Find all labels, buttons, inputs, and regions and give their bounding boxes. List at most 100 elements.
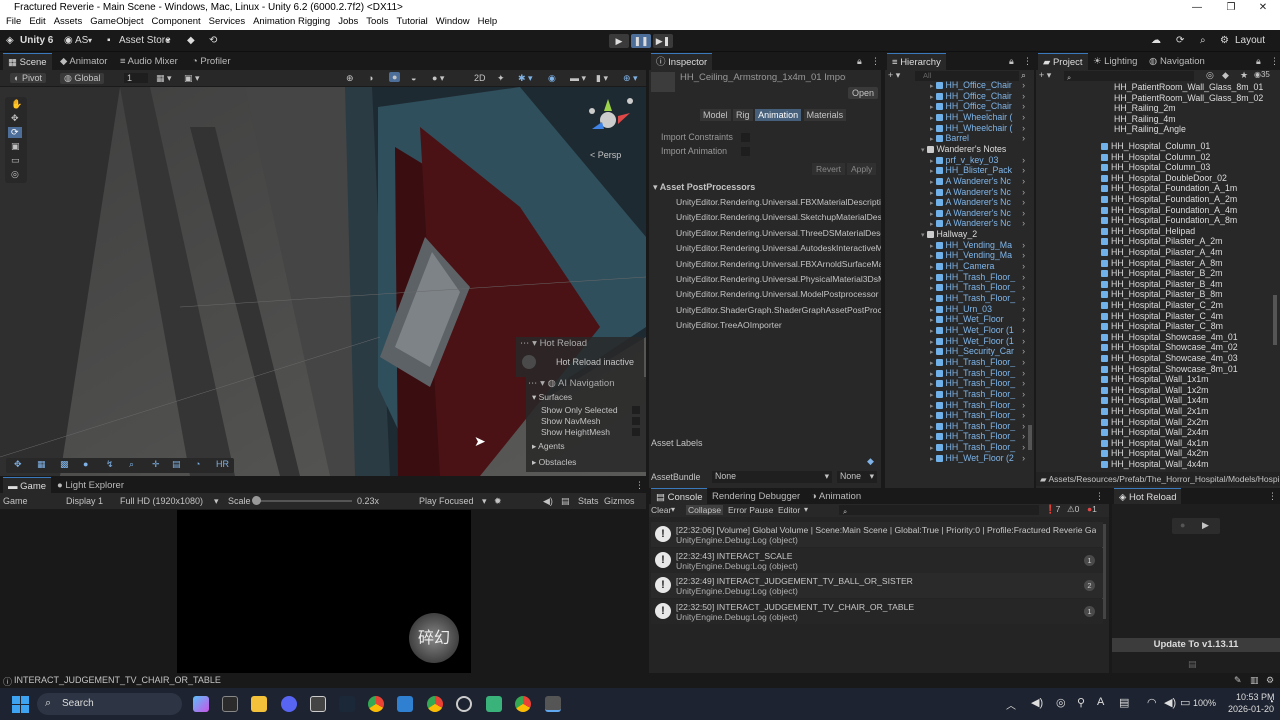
more-options-icon[interactable]: ⋮: [1023, 56, 1032, 67]
more-options-icon[interactable]: ⋮: [635, 480, 644, 491]
path-icon[interactable]: ↯: [106, 459, 114, 470]
project-prefab-item[interactable]: HH_Hospital_Wall_4x1m: [1101, 438, 1273, 449]
project-search-input[interactable]: ⌕: [1064, 71, 1194, 82]
unity-hub-icon[interactable]: [310, 696, 326, 712]
project-prefab-item[interactable]: HH_Hospital_Foundation_A_2m: [1101, 194, 1273, 205]
hierarchy-item[interactable]: ▸ HH_Wet_Floor (1 ›: [930, 325, 1025, 336]
notes-app-icon[interactable]: [486, 696, 502, 712]
project-prefab-item[interactable]: HH_Hospital_Showcase_4m_02: [1101, 342, 1273, 353]
project-prefab-item[interactable]: HH_Hospital_Wall_1x1m: [1101, 374, 1273, 385]
scene-viewport[interactable]: ✋ ✥ ⟳ ▣ ▭ ◎ < Persp ⋯ ▾ Hot Reload Hot R…: [0, 87, 646, 476]
hierarchy-item[interactable]: ▸ HH_Trash_Floor_ ›: [930, 357, 1025, 368]
asset-store-button[interactable]: Asset Store: [119, 34, 171, 48]
play-icon[interactable]: ▶: [1202, 520, 1209, 531]
obstacles-foldout[interactable]: ▸ Obstacles: [532, 457, 576, 468]
mesh-icon[interactable]: ▩: [60, 459, 69, 470]
account-dropdown[interactable]: AS: [75, 34, 88, 48]
editor-dropdown[interactable]: Editor: [778, 505, 800, 515]
more-options-icon[interactable]: ⋮: [1268, 491, 1277, 502]
hierarchy-item[interactable]: ▸ HH_Camera ›: [930, 261, 1025, 272]
lock-icon[interactable]: 🔒︎: [857, 56, 862, 67]
menu-assets[interactable]: Assets: [54, 15, 83, 29]
notification-bell-icon[interactable]: ◔: [1268, 697, 1274, 708]
postprocessors-foldout[interactable]: ▾ Asset PostProcessors: [653, 182, 755, 193]
record-icon[interactable]: ●: [1180, 520, 1185, 530]
tab-hot-reload[interactable]: ◈ Hot Reload: [1114, 488, 1182, 505]
hierarchy-item[interactable]: ▸ HH_Trash_Floor_ ›: [930, 368, 1025, 379]
gizmos-icon[interactable]: ⊕ ▾: [623, 73, 638, 84]
menu-services[interactable]: Services: [209, 15, 245, 29]
tab-scene[interactable]: ▦ Scene: [3, 53, 52, 70]
add-button[interactable]: + ▾: [888, 70, 900, 81]
taskbar-search-box[interactable]: ⌕ Search: [37, 693, 182, 715]
stats-button[interactable]: Stats: [578, 496, 599, 506]
rect-tool-icon[interactable]: ▭: [11, 155, 20, 166]
hierarchy-item[interactable]: ▸ HH_Trash_Floor_ ›: [930, 282, 1025, 293]
hierarchy-item[interactable]: ▸ HH_Trash_Floor_ ›: [930, 442, 1025, 453]
pan-icon[interactable]: ✛: [152, 459, 160, 470]
stack-icon[interactable]: ▤: [172, 459, 181, 470]
menu-file[interactable]: File: [6, 15, 21, 29]
menu-tools[interactable]: Tools: [366, 15, 388, 29]
agents-foldout[interactable]: ▸ Agents: [532, 441, 565, 452]
project-model-item[interactable]: HH_Railing_Angle: [1114, 124, 1274, 135]
menu-edit[interactable]: Edit: [29, 15, 45, 29]
vscode-icon[interactable]: [397, 696, 413, 712]
postprocessor-item[interactable]: ▸UnityEditor.Rendering.Universal.ModelPo…: [676, 287, 881, 302]
gear-icon[interactable]: ⚙: [1220, 34, 1229, 48]
filter-type-icon[interactable]: ◎: [1206, 70, 1214, 81]
tab-project[interactable]: ▰ Project: [1038, 53, 1088, 70]
steam-icon[interactable]: [339, 696, 355, 712]
scale-slider-handle[interactable]: [252, 496, 261, 505]
lock-icon[interactable]: 🔒︎: [1256, 56, 1261, 67]
audio-toggle-icon[interactable]: ✱ ▾: [518, 73, 533, 84]
tab-light-explorer[interactable]: ● Light Explorer: [52, 477, 129, 494]
hierarchy-item[interactable]: ▾ Hallway_2: [921, 229, 1026, 240]
hierarchy-item[interactable]: ▸ HH_Trash_Floor_ ›: [930, 378, 1025, 389]
tab-animation[interactable]: ◑ Animation: [806, 488, 866, 505]
hierarchy-item[interactable]: ▸ HH_Vending_Ma ›: [930, 250, 1025, 261]
game-mode-dropdown[interactable]: Game: [3, 496, 28, 506]
clear-button[interactable]: Clear: [651, 505, 671, 515]
project-prefab-item[interactable]: HH_Hospital_Pilaster_C_4m: [1101, 311, 1273, 322]
move-icon[interactable]: ✥: [14, 459, 22, 470]
clock-app-icon[interactable]: [456, 696, 472, 712]
project-prefab-item[interactable]: HH_Hospital_DoubleDoor_02: [1101, 173, 1273, 184]
camera-settings-icon[interactable]: ▮ ▾: [596, 73, 608, 84]
project-prefab-item[interactable]: HH_Hospital_Helipad: [1101, 226, 1273, 237]
assetbundle-dropdown[interactable]: None ▾: [712, 471, 832, 483]
error-count[interactable]: ●1: [1087, 504, 1097, 514]
hr-button[interactable]: HR: [216, 459, 229, 469]
project-prefab-item[interactable]: HH_Hospital_Showcase_4m_03: [1101, 353, 1273, 364]
hierarchy-item[interactable]: ▸ prf_v_key_03 ›: [930, 155, 1025, 166]
chrome-alt-icon[interactable]: [515, 696, 531, 712]
move-tool-icon[interactable]: ✥: [11, 113, 19, 124]
hierarchy-item[interactable]: ▸ HH_Blister_Pack ›: [930, 165, 1025, 176]
subtab-materials[interactable]: Materials: [803, 109, 847, 121]
hierarchy-item[interactable]: ▸ A Wanderer's Nc ›: [930, 218, 1025, 229]
scale-slider[interactable]: [256, 500, 352, 502]
menu-component[interactable]: Component: [152, 15, 201, 29]
sun-icon[interactable]: ✹: [494, 496, 502, 507]
file-explorer-icon[interactable]: [251, 696, 267, 712]
settings-icon[interactable]: ⚙: [1266, 675, 1274, 686]
more-options-icon[interactable]: ⋮: [871, 56, 880, 67]
game-view[interactable]: 碎幻: [177, 510, 471, 673]
import-animation-checkbox[interactable]: [741, 147, 750, 156]
cloud-icon[interactable]: ☁: [1151, 34, 1161, 48]
postprocessor-item[interactable]: ▸UnityEditor.Rendering.Universal.FBXMate…: [676, 195, 881, 210]
more-options-icon[interactable]: ⋮: [1270, 56, 1279, 67]
hierarchy-item[interactable]: ▸ HH_Trash_Floor_ ›: [930, 400, 1025, 411]
global-dropdown[interactable]: ◍ Global: [60, 73, 105, 84]
postprocessor-item[interactable]: ▸UnityEditor.Rendering.Universal.Physica…: [676, 272, 881, 287]
hierarchy-item[interactable]: ▸ HH_Office_Chair ›: [930, 101, 1025, 112]
terminal-icon[interactable]: [222, 696, 238, 712]
increment-snap-icon[interactable]: ▣ ▾: [184, 73, 200, 84]
show-heightmesh-checkbox[interactable]: [632, 428, 640, 436]
hierarchy-item[interactable]: ▸ HH_Trash_Floor_ ›: [930, 293, 1025, 304]
project-prefab-item[interactable]: HH_Hospital_Wall_1x2m: [1101, 385, 1273, 396]
hierarchy-item[interactable]: ▸ HH_Office_Chair ›: [930, 80, 1025, 91]
subtab-rig[interactable]: Rig: [733, 109, 753, 121]
postprocessor-item[interactable]: ▸UnityEditor.Rendering.Universal.ThreeDS…: [676, 226, 881, 241]
revert-button[interactable]: Revert: [812, 163, 846, 175]
